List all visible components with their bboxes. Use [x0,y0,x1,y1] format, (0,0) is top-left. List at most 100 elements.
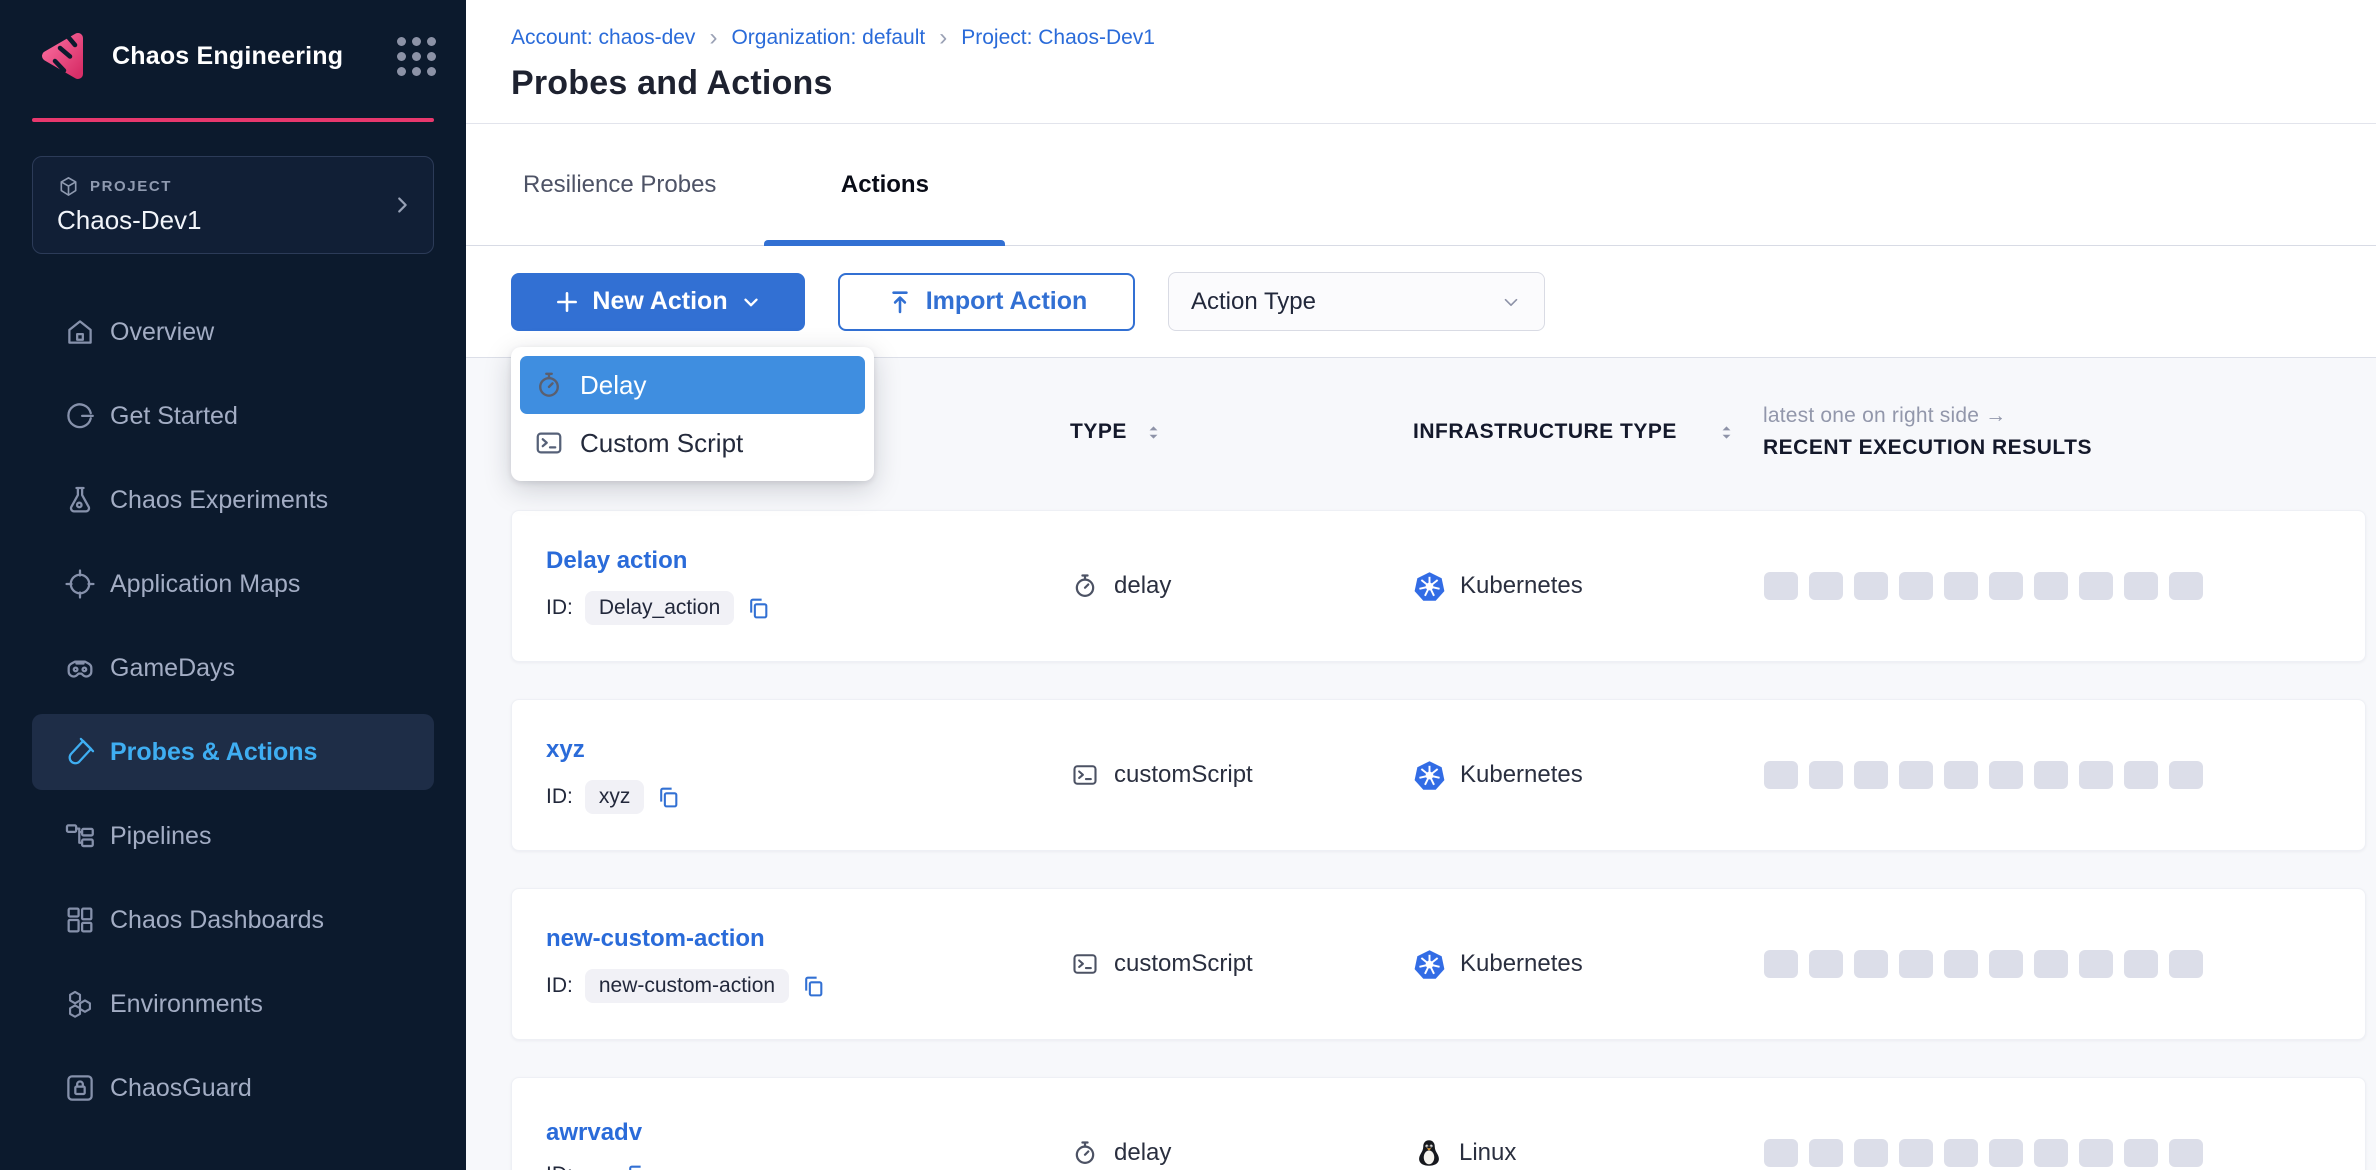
plus-icon [554,289,580,315]
breadcrumb-separator: › [709,26,717,50]
brand-divider [32,118,434,122]
import-action-button[interactable]: Import Action [838,273,1135,331]
tab-actions[interactable]: Actions [764,124,1005,245]
execution-results-placeholder [1764,950,2345,978]
sidebar-item-pipelines[interactable]: Pipelines [32,798,434,874]
table-row[interactable]: new-custom-action ID: new-custom-action … [511,888,2366,1040]
project-name: Chaos-Dev1 [57,205,409,236]
table-row[interactable]: Delay action ID: Delay_action delay [511,510,2366,662]
sidebar-item-gamedays[interactable]: GameDays [32,630,434,706]
test-tube-icon [63,735,97,769]
copy-icon[interactable] [625,1163,650,1170]
chevron-down-icon [740,291,762,313]
sidebar-item-get-started[interactable]: Get Started [32,378,434,454]
sidebar-item-chaos-dashboards[interactable]: Chaos Dashboards [32,882,434,958]
project-selector[interactable]: PROJECT Chaos-Dev1 [32,156,434,254]
app-window: Chaos Engineering PROJECT Chaos-Dev1 [0,0,2376,1170]
action-name-link[interactable]: Delay action [546,547,687,575]
sidebar-item-application-maps[interactable]: Application Maps [32,546,434,622]
infrastructure-type: Kubernetes [1460,950,1583,978]
table-row[interactable]: xyz ID: xyz customScript [511,699,2366,851]
stopwatch-icon [1071,572,1099,600]
kubernetes-icon [1414,571,1445,602]
execution-results-placeholder [1764,572,2345,600]
action-type-select[interactable]: Action Type [1168,272,1545,331]
import-icon [886,288,914,316]
action-name-link[interactable]: awrvadv [546,1119,642,1147]
chevron-down-icon [1500,291,1522,313]
sort-icon[interactable] [1143,422,1164,443]
id-label: ID: [546,974,573,998]
action-id: Delay_action [585,591,734,625]
id-label: ID: [546,1163,573,1170]
brand-header: Chaos Engineering [0,0,466,84]
cube-icon [57,175,80,198]
stopwatch-icon [1071,1139,1099,1167]
flask-icon [63,483,97,517]
breadcrumb-organization[interactable]: Organization: default [731,26,925,50]
copy-icon[interactable] [801,974,826,999]
table-row[interactable]: awrvadv ID: delay [511,1077,2366,1170]
kubernetes-icon [1414,949,1445,980]
breadcrumb-project[interactable]: Project: Chaos-Dev1 [961,26,1155,50]
execution-results-placeholder [1764,1139,2345,1167]
sidebar: Chaos Engineering PROJECT Chaos-Dev1 [0,0,466,1170]
page-header: Account: chaos-dev › Organization: defau… [466,0,2376,124]
action-id: new-custom-action [585,969,789,1003]
kubernetes-icon [1414,760,1445,791]
copy-icon[interactable] [746,596,771,621]
dashboard-icon [63,903,97,937]
infrastructure-type: Kubernetes [1460,572,1583,600]
project-label: PROJECT [90,178,172,195]
terminal-icon [1071,761,1099,789]
new-action-menu: Delay Custom Script [511,347,874,481]
get-started-icon [63,399,97,433]
breadcrumb-separator: › [939,26,947,50]
chevron-right-icon [391,194,413,216]
menu-item-delay[interactable]: Delay [520,356,865,414]
stopwatch-icon [534,370,564,400]
product-title: Chaos Engineering [112,42,343,71]
action-type: customScript [1114,761,1253,789]
pipeline-icon [63,819,97,853]
menu-item-custom-script[interactable]: Custom Script [520,414,865,472]
terminal-icon [534,428,564,458]
copy-icon[interactable] [656,785,681,810]
results-hint: latest one on right side → [1763,404,2006,428]
sidebar-nav: Overview Get Started Chaos Experiments A… [32,294,434,1126]
hexagons-icon [63,987,97,1021]
sort-icon[interactable] [1716,422,1737,443]
action-name-link[interactable]: new-custom-action [546,925,765,953]
tab-resilience-probes[interactable]: Resilience Probes [511,124,728,245]
action-id: xyz [585,780,645,814]
gamepad-icon [63,651,97,685]
sidebar-item-environments[interactable]: Environments [32,966,434,1042]
column-header-results: latest one on right side → RECENT EXECUT… [1763,404,2356,460]
execution-results-placeholder [1764,761,2345,789]
id-label: ID: [546,596,573,620]
column-header-type: TYPE [1070,420,1413,444]
column-header-infrastructure: INFRASTRUCTURE TYPE [1413,418,1763,446]
linux-icon [1414,1138,1444,1168]
sidebar-item-chaos-experiments[interactable]: Chaos Experiments [32,462,434,538]
breadcrumb-account[interactable]: Account: chaos-dev [511,26,695,50]
lock-icon [63,1071,97,1105]
target-icon [63,567,97,601]
id-label: ID: [546,785,573,809]
sidebar-item-probes-actions[interactable]: Probes & Actions [32,714,434,790]
tab-bar: Resilience Probes Actions [466,124,2376,246]
action-name-link[interactable]: xyz [546,736,585,764]
terminal-icon [1071,950,1099,978]
sidebar-item-overview[interactable]: Overview [32,294,434,370]
module-grid-icon[interactable] [397,37,436,76]
page-title: Probes and Actions [511,64,2376,103]
sidebar-item-chaosguard[interactable]: ChaosGuard [32,1050,434,1126]
breadcrumb: Account: chaos-dev › Organization: defau… [511,26,2376,50]
main-panel: Account: chaos-dev › Organization: defau… [466,0,2376,1170]
action-type: delay [1114,1139,1171,1167]
new-action-button[interactable]: New Action [511,273,805,331]
harness-chaos-logo-icon [36,28,92,84]
home-icon [63,315,97,349]
action-type: customScript [1114,950,1253,978]
action-type: delay [1114,572,1171,600]
